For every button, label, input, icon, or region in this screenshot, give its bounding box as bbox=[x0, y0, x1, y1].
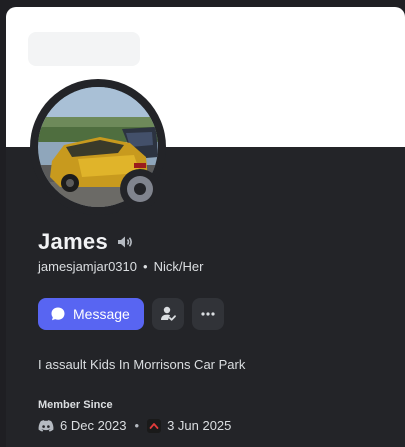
ellipsis-icon bbox=[201, 312, 215, 316]
status-offline-icon bbox=[127, 176, 153, 202]
name-row: James bbox=[38, 229, 134, 255]
message-button-label: Message bbox=[73, 306, 130, 322]
username-row: jamesjamjar0310 • Nick/Her bbox=[38, 259, 203, 274]
server-icon bbox=[147, 418, 162, 433]
profile-actions: Message bbox=[38, 298, 224, 330]
separator-dot: • bbox=[143, 259, 148, 274]
discord-member-date: 6 Dec 2023 bbox=[60, 418, 127, 433]
friend-request-sent-button[interactable] bbox=[151, 298, 184, 330]
message-button[interactable]: Message bbox=[38, 298, 144, 330]
separator-dot: • bbox=[134, 418, 140, 433]
avatar-frame[interactable] bbox=[30, 79, 166, 215]
member-since-label: Member Since bbox=[38, 399, 113, 411]
server-member-date: 3 Jun 2025 bbox=[167, 418, 232, 433]
display-name[interactable]: James bbox=[38, 229, 108, 255]
discord-logo-icon bbox=[38, 419, 54, 432]
username[interactable]: jamesjamjar0310 bbox=[38, 259, 137, 274]
speaker-icon[interactable] bbox=[116, 233, 134, 251]
status-indicator bbox=[120, 169, 160, 209]
profile-bio: I assault Kids In Morrisons Car Park bbox=[38, 357, 246, 372]
chat-bubble-icon bbox=[51, 307, 65, 321]
profile-card: James jamesjamjar0310 • Nick/Her Message bbox=[6, 7, 405, 447]
member-since-row: 6 Dec 2023 • 3 Jun 2025 bbox=[38, 418, 231, 433]
user-check-icon bbox=[160, 306, 176, 321]
banner-placeholder bbox=[28, 32, 140, 66]
more-options-button[interactable] bbox=[191, 298, 224, 330]
pronouns: Nick/Her bbox=[153, 259, 204, 274]
